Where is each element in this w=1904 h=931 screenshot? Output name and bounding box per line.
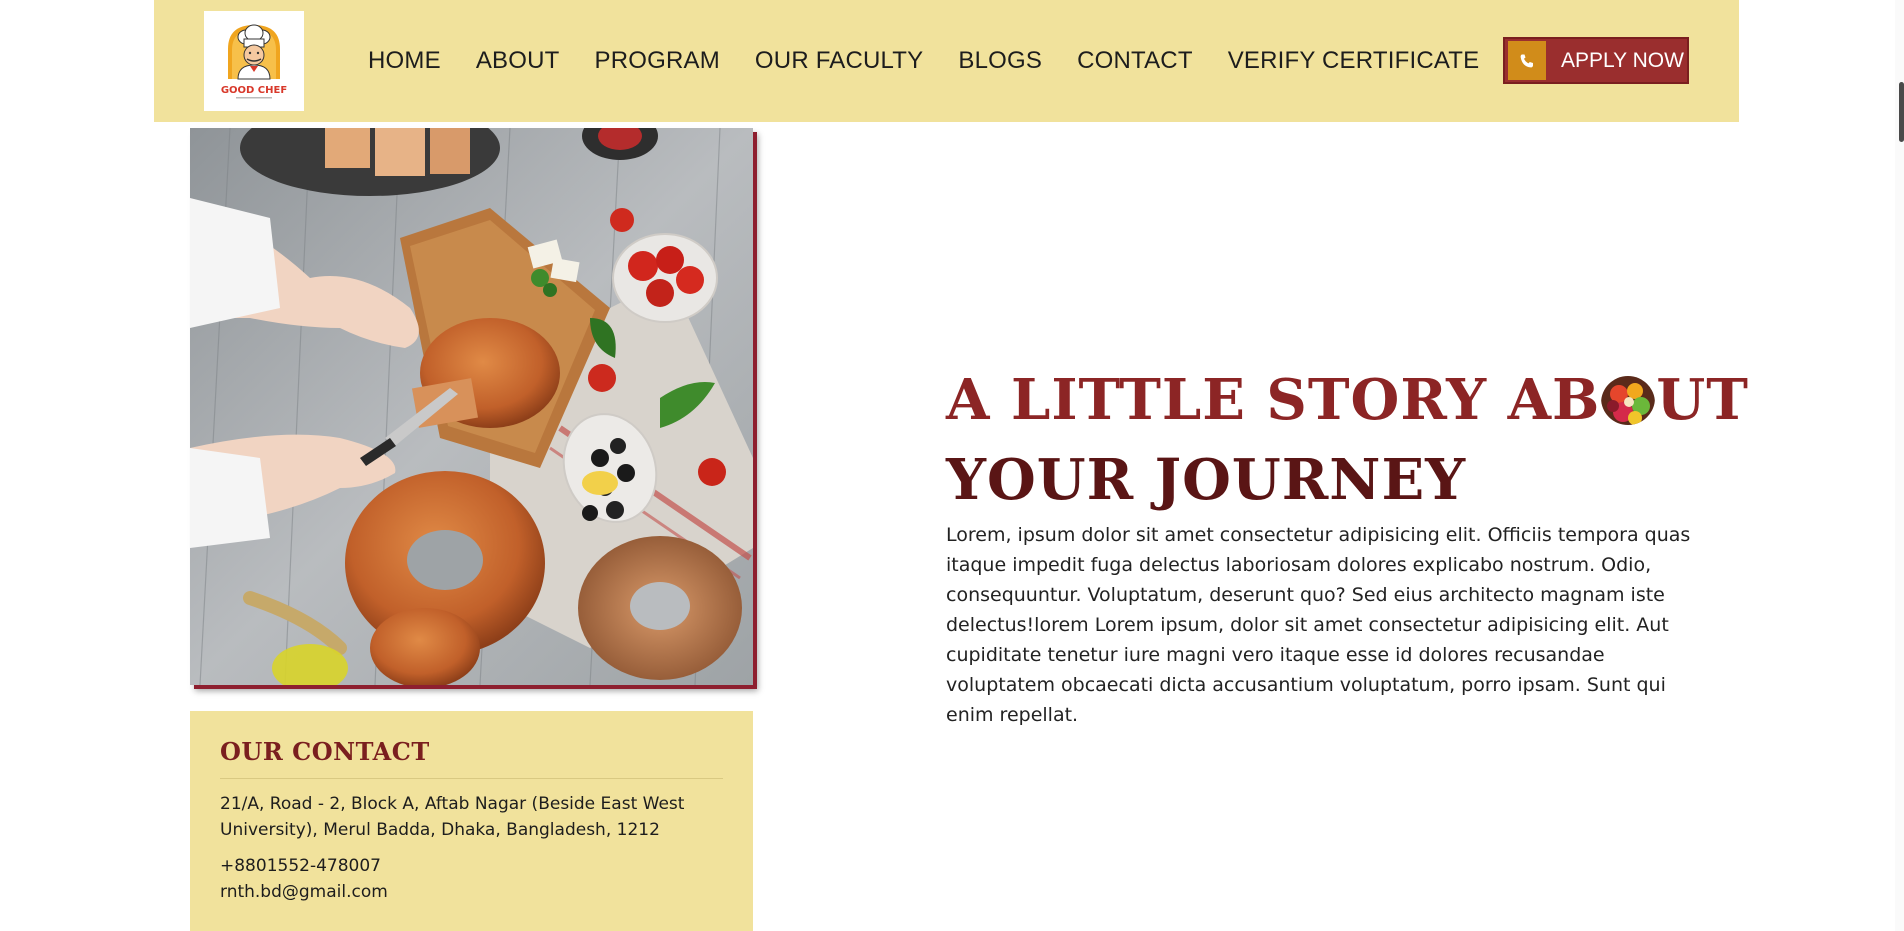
contact-divider [220,778,723,779]
page: GOOD CHEF HOME ABOUT PROGRAM OUR FACULTY… [0,0,1904,931]
chef-logo-icon: GOOD CHEF [221,24,287,99]
contact-card: OUR CONTACT 21/A, Road - 2, Block A, Aft… [190,711,753,931]
main-nav: HOME ABOUT PROGRAM OUR FACULTY BLOGS CON… [368,0,1514,122]
nav-about[interactable]: ABOUT [476,47,560,75]
story-title: A LITTLE STORY AB UT YOUR JOURNEY [946,360,1748,520]
nav-our-faculty[interactable]: OUR FACULTY [755,47,923,75]
contact-phone[interactable]: +8801552-478007 [220,853,723,879]
logo[interactable]: GOOD CHEF [204,11,304,111]
svg-text:GOOD CHEF: GOOD CHEF [221,85,287,96]
nav-program[interactable]: PROGRAM [595,47,720,75]
nav-home[interactable]: HOME [368,47,441,75]
apply-now-label: APPLY NOW [1561,48,1684,72]
story-title-line-1: A LITTLE STORY AB UT [946,360,1748,440]
story-title-line-2: YOUR JOURNEY [946,447,1467,513]
contact-email[interactable]: rnth.bd@gmail.com [220,879,723,905]
fruit-bowl-icon [1601,371,1656,425]
nav-verify-certificate[interactable]: VERIFY CERTIFICATE [1228,47,1480,75]
bread-cutting-photo [190,128,753,685]
story-title-part-2: UT [1656,367,1749,433]
contact-title: OUR CONTACT [220,737,430,766]
nav-contact[interactable]: CONTACT [1077,47,1193,75]
story-title-part-1: A LITTLE STORY AB [946,367,1601,433]
hero-image [190,128,753,685]
header-navbar: GOOD CHEF HOME ABOUT PROGRAM OUR FACULTY… [154,0,1739,122]
story-body: Lorem, ipsum dolor sit amet consectetur … [946,524,1691,726]
phone-icon [1508,41,1546,80]
scrollbar-thumb[interactable] [1899,82,1904,142]
contact-address: 21/A, Road - 2, Block A, Aftab Nagar (Be… [220,794,685,840]
nav-blogs[interactable]: BLOGS [958,47,1042,75]
apply-now-button[interactable]: APPLY NOW [1503,37,1689,84]
